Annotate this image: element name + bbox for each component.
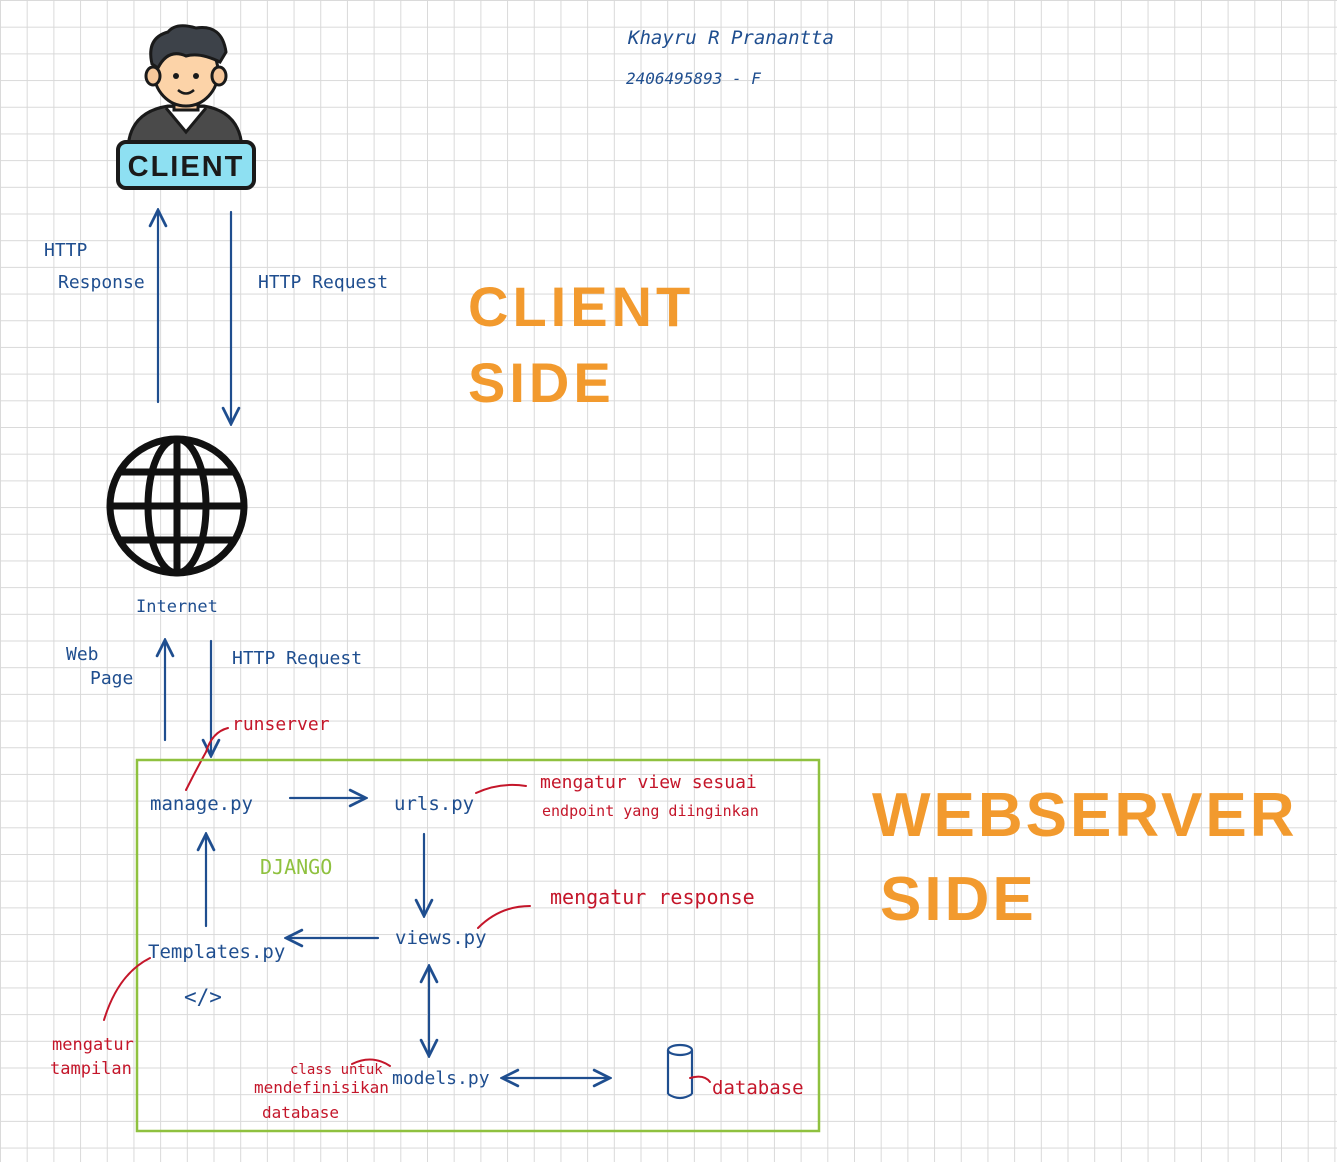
http-response-label-1: HTTP xyxy=(44,240,88,261)
client-badge-label: CLIENT xyxy=(128,151,245,183)
views-note: mengatur response xyxy=(550,885,755,909)
templates-note-2: tampilan xyxy=(50,1059,132,1079)
manage-py-label: manage.py xyxy=(150,793,253,815)
database-label: database xyxy=(712,1077,804,1099)
author-name: Khayru R Pranantta xyxy=(627,27,834,49)
webpage-label-2: Page xyxy=(90,668,133,689)
internet-label: Internet xyxy=(136,597,218,617)
architecture-diagram: Khayru R Pranantta 2406495893 - F CLIENT… xyxy=(44,24,1298,1133)
templates-py-label: Templates.py xyxy=(148,941,285,963)
runserver-label: runserver xyxy=(232,714,330,735)
templates-note-1: mengatur xyxy=(52,1035,134,1055)
author-id: 2406495893 - F xyxy=(626,69,761,88)
code-icon: </> xyxy=(184,985,222,1009)
webserver-side-heading-2: SIDE xyxy=(880,865,1037,934)
models-py-label: models.py xyxy=(392,1068,490,1089)
templates-note-pointer xyxy=(103,957,151,1021)
http-request-label-top: HTTP Request xyxy=(258,272,388,293)
views-py-label: views.py xyxy=(395,927,487,949)
webserver-side-heading-1: WEBSERVER xyxy=(872,781,1298,850)
database-cylinder-icon xyxy=(666,1043,694,1100)
models-note-3: database xyxy=(262,1103,339,1122)
urls-py-label: urls.py xyxy=(394,793,474,815)
django-label: DJANGO xyxy=(260,855,332,879)
urls-note-1: mengatur view sesuai xyxy=(540,772,757,793)
http-request-label-mid: HTTP Request xyxy=(232,648,362,669)
urls-note-2: endpoint yang diinginkan xyxy=(542,802,759,820)
models-note-2: mendefinisikan xyxy=(254,1078,389,1097)
views-note-pointer xyxy=(477,905,531,929)
client-side-heading-2: SIDE xyxy=(468,351,615,414)
globe-icon xyxy=(106,435,248,577)
webpage-label-1: Web xyxy=(66,644,99,665)
urls-note-pointer xyxy=(475,783,527,794)
models-note-1: class untuk xyxy=(290,1062,383,1078)
client-side-heading-1: CLIENT xyxy=(468,275,694,338)
http-response-label-2: Response xyxy=(58,272,145,293)
